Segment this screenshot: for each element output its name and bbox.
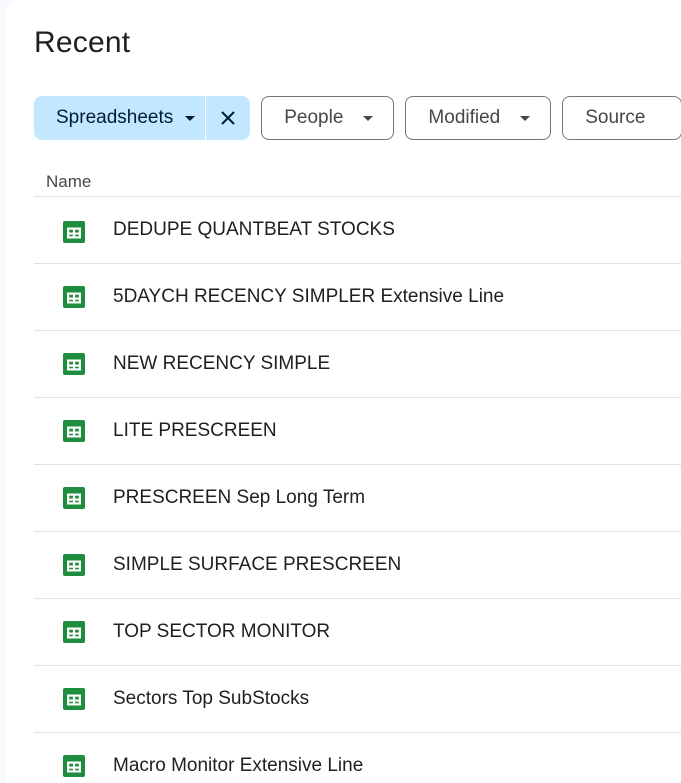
- type-filter-chip: Spreadsheets: [34, 96, 251, 140]
- file-name: Sectors Top SubStocks: [113, 688, 310, 709]
- file-name: LITE PRESCREEN: [113, 420, 277, 441]
- google-sheets-icon: [63, 221, 85, 243]
- file-row[interactable]: Sectors Top SubStocks: [34, 666, 681, 733]
- file-row[interactable]: DEDUPE QUANTBEAT STOCKS: [34, 196, 681, 264]
- google-sheets-icon: [63, 353, 85, 375]
- file-name: DEDUPE QUANTBEAT STOCKS: [113, 219, 395, 240]
- file-row[interactable]: NEW RECENCY SIMPLE: [34, 331, 681, 398]
- file-name: NEW RECENCY SIMPLE: [113, 353, 331, 374]
- google-sheets-icon: [63, 621, 85, 643]
- google-sheets-icon: [63, 286, 85, 308]
- people-filter-label: People: [284, 107, 344, 128]
- file-row[interactable]: PRESCREEN Sep Long Term: [34, 465, 681, 532]
- source-filter-label: Source: [585, 107, 646, 128]
- google-sheets-icon: [63, 420, 85, 442]
- google-sheets-icon: [63, 688, 85, 710]
- people-filter-chip[interactable]: People: [261, 96, 395, 140]
- file-name: 5DAYCH RECENCY SIMPLER Extensive Line: [113, 286, 505, 307]
- file-row[interactable]: LITE PRESCREEN: [34, 398, 681, 465]
- file-name: Macro Monitor Extensive Line: [113, 755, 364, 776]
- file-row[interactable]: SIMPLE SURFACE PRESCREEN: [34, 532, 681, 599]
- file-name: SIMPLE SURFACE PRESCREEN: [113, 554, 402, 575]
- file-list: DEDUPE QUANTBEAT STOCKS 5DAYCH RECENCY S…: [34, 196, 681, 783]
- close-icon: [221, 111, 235, 125]
- main-panel: Recent Spreadsheets People Modified Sour…: [6, 0, 681, 783]
- file-row[interactable]: TOP SECTOR MONITOR: [34, 599, 681, 666]
- modified-filter-label: Modified: [428, 107, 501, 128]
- source-filter-chip[interactable]: Source: [562, 96, 681, 140]
- page-title: Recent: [34, 26, 131, 59]
- google-sheets-icon: [63, 554, 85, 576]
- file-name: PRESCREEN Sep Long Term: [113, 487, 366, 508]
- google-sheets-icon: [63, 487, 85, 509]
- type-filter-dropdown[interactable]: Spreadsheets: [34, 96, 205, 140]
- clear-type-filter-button[interactable]: [206, 96, 250, 140]
- dropdown-arrow-icon: [520, 115, 531, 121]
- file-row[interactable]: Macro Monitor Extensive Line: [34, 733, 681, 783]
- name-column-header[interactable]: Name: [46, 172, 91, 192]
- modified-filter-chip[interactable]: Modified: [405, 96, 552, 140]
- filter-chip-row: Spreadsheets People Modified Source: [34, 96, 681, 140]
- file-name: TOP SECTOR MONITOR: [113, 621, 331, 642]
- file-row[interactable]: 5DAYCH RECENCY SIMPLER Extensive Line: [34, 264, 681, 331]
- type-filter-label: Spreadsheets: [56, 107, 174, 128]
- dropdown-arrow-icon: [363, 115, 374, 121]
- google-sheets-icon: [63, 755, 85, 777]
- dropdown-arrow-icon: [185, 115, 196, 121]
